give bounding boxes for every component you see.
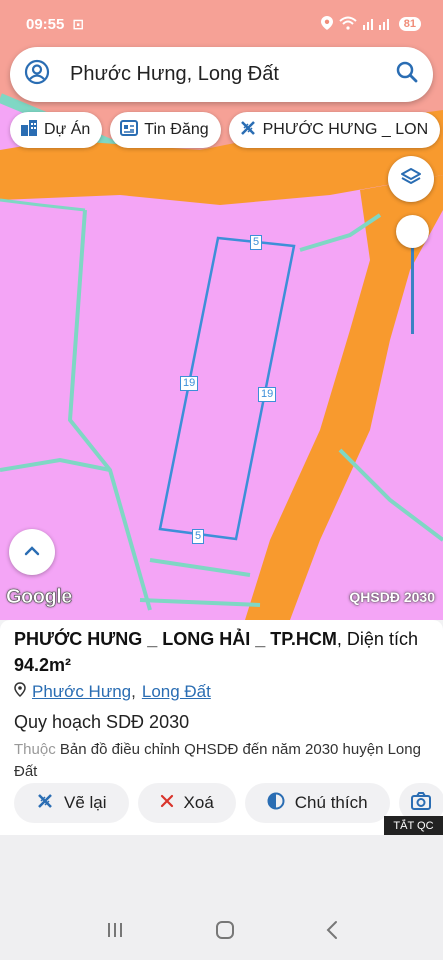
chip-tin-dang[interactable]: Tin Đăng — [110, 112, 221, 148]
chip-du-an[interactable]: Dự Án — [10, 112, 103, 148]
hide-ads-button[interactable]: TẮT QC — [384, 816, 443, 835]
location-link-ward[interactable]: Phước Hưng — [32, 682, 131, 702]
recent-apps-icon[interactable] — [105, 921, 125, 944]
parcel-title: PHƯỚC HƯNG _ LONG HẢI _ TP.HCM, Diện tíc… — [14, 626, 429, 678]
planning-layer-badge: QHSDĐ 2030 — [349, 589, 435, 605]
belongs-label: Thuộc — [14, 741, 56, 758]
google-attribution: Google — [6, 586, 73, 609]
opacity-slider-handle[interactable] — [396, 215, 429, 248]
status-icons: 81 — [320, 15, 421, 33]
legend-button[interactable]: Chú thích — [244, 783, 390, 823]
signal-icon — [362, 16, 393, 33]
belongs-text: Bản đồ điều chỉnh QHSDĐ đến năm 2030 huy… — [14, 741, 421, 780]
search-input[interactable]: Phước Hưng, Long Đất — [50, 63, 395, 86]
location-link-district[interactable]: Long Đất — [142, 682, 211, 702]
delete-button[interactable]: Xoá — [137, 783, 236, 823]
chip-label: Tin Đăng — [144, 121, 209, 138]
map-source: Thuộc Bản đồ điều chỉnh QHSDĐ đến năm 20… — [14, 739, 429, 783]
legend-label: Chú thích — [294, 793, 368, 812]
parcel-location: Phước Hưng, Long Đất — [14, 682, 429, 702]
chip-label: PHƯỚC HƯNG _ LON — [262, 121, 429, 138]
delete-label: Xoá — [183, 793, 214, 812]
parcel-edge-top-label: 5 — [250, 235, 263, 250]
chip-parcel[interactable]: PHƯỚC HƯNG _ LON — [228, 112, 441, 148]
chip-label: Dự Án — [44, 121, 91, 138]
measure-icon — [239, 119, 257, 142]
search-bar[interactable]: Phước Hưng, Long Đất — [10, 47, 433, 102]
pin-icon — [14, 682, 26, 702]
search-icon[interactable] — [395, 60, 419, 89]
layers-button[interactable] — [388, 156, 434, 202]
expand-up-button[interactable] — [9, 529, 55, 575]
redraw-button[interactable]: Vẽ lại — [14, 783, 129, 823]
building-icon — [20, 119, 38, 142]
account-icon[interactable] — [24, 59, 50, 90]
battery-indicator: 81 — [398, 17, 421, 31]
listing-icon — [120, 119, 139, 141]
status-bar: 09:55 ⊡ 81 — [0, 0, 443, 48]
parcel-edge-left-label: 19 — [180, 376, 199, 391]
parcel-area: 94.2m² — [14, 655, 72, 675]
chevron-up-icon — [24, 543, 40, 561]
camera-icon — [410, 791, 433, 815]
parcel-name: PHƯỚC HƯNG _ LONG HẢI _ TP.HCM — [14, 629, 337, 649]
screenshot-icon: ⊡ — [72, 15, 85, 32]
action-buttons: Vẽ lại Xoá Chú thích — [14, 783, 443, 823]
filter-chips: Dự Án Tin Đăng PHƯỚC HƯNG _ LON — [10, 112, 441, 148]
system-nav-bar — [0, 905, 443, 960]
legend-icon — [267, 792, 285, 815]
redraw-label: Vẽ lại — [64, 793, 107, 812]
wifi-icon — [339, 16, 357, 33]
layers-icon — [400, 166, 422, 193]
home-icon[interactable] — [214, 919, 236, 946]
parcel-edge-right-label: 19 — [258, 387, 277, 402]
redraw-icon — [36, 792, 54, 815]
location-separator: , — [131, 682, 136, 701]
location-icon — [320, 15, 333, 33]
status-time: 09:55 — [26, 15, 65, 33]
planning-name: Quy hoạch SDĐ 2030 — [14, 712, 190, 732]
area-prefix: , Diện tích — [336, 629, 418, 649]
parcel-edge-bottom-label: 5 — [192, 529, 205, 544]
close-icon — [160, 793, 174, 813]
back-icon[interactable] — [325, 920, 339, 945]
